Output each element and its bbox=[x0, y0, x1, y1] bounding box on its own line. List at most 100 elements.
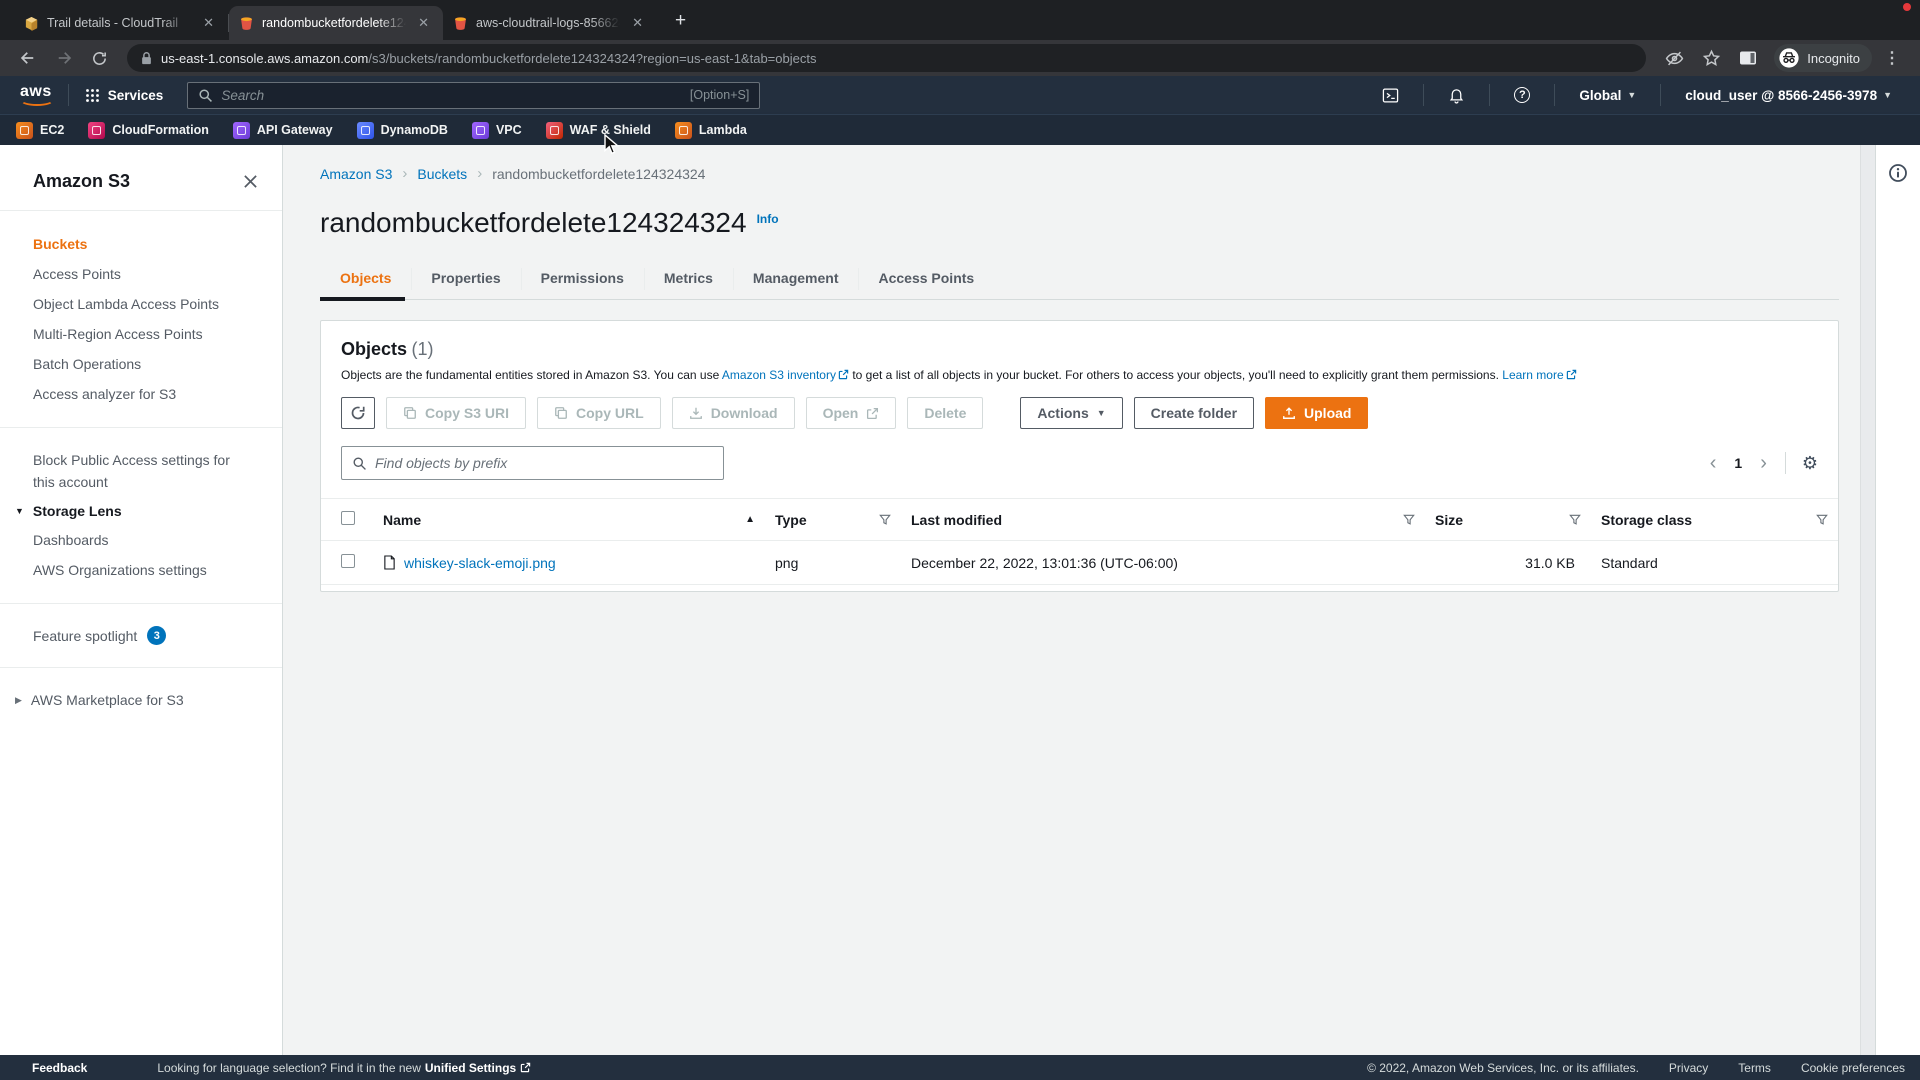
eye-off-icon[interactable] bbox=[1658, 45, 1691, 72]
close-tab-icon[interactable]: ✕ bbox=[414, 13, 433, 33]
sidebar-item-multi-region-access-points[interactable]: Multi-Region Access Points bbox=[0, 319, 282, 349]
filter-icon[interactable] bbox=[879, 514, 891, 526]
help-icon[interactable]: ? bbox=[1502, 87, 1542, 103]
nav-divider bbox=[1660, 84, 1661, 106]
find-objects-input[interactable] bbox=[375, 455, 713, 471]
info-icon[interactable] bbox=[1888, 163, 1908, 183]
aws-search-box[interactable]: [Option+S] bbox=[187, 82, 760, 109]
actions-dropdown-button[interactable]: Actions ▼ bbox=[1020, 397, 1122, 429]
copy-s3-uri-button[interactable]: Copy S3 URI bbox=[386, 397, 526, 429]
copy-url-button[interactable]: Copy URL bbox=[537, 397, 661, 429]
cloudshell-icon[interactable] bbox=[1370, 87, 1411, 104]
sidebar-item-feature-spotlight[interactable]: Feature spotlight 3 bbox=[0, 622, 282, 649]
tab-title: aws-cloudtrail-logs-85662456 bbox=[476, 16, 620, 30]
sidebar-item-aws-organizations-settings[interactable]: AWS Organizations settings bbox=[0, 555, 282, 585]
sidebar-item-buckets[interactable]: Buckets bbox=[0, 229, 282, 259]
previous-page-icon[interactable]: ‹ bbox=[1708, 453, 1719, 473]
browser-tab-cloudtrail[interactable]: Trail details - CloudTrail ✕ bbox=[14, 6, 228, 40]
column-header-last-modified[interactable]: Last modified bbox=[901, 499, 1425, 541]
favorite-waf-shield[interactable]: WAF & Shield bbox=[546, 122, 651, 139]
sidebar-item-dashboards[interactable]: Dashboards bbox=[0, 525, 282, 555]
sidebar-section-marketplace[interactable]: ▶ AWS Marketplace for S3 bbox=[0, 686, 282, 714]
scrollbar[interactable] bbox=[1860, 145, 1875, 1055]
favorite-dynamodb[interactable]: DynamoDB bbox=[357, 122, 448, 139]
favorite-ec2[interactable]: EC2 bbox=[16, 122, 64, 139]
browser-tab-logs[interactable]: aws-cloudtrail-logs-85662456 ✕ bbox=[443, 6, 657, 40]
objects-panel: Objects (1) Objects are the fundamental … bbox=[320, 320, 1839, 592]
back-icon[interactable] bbox=[12, 45, 44, 71]
column-header-storage-class[interactable]: Storage class bbox=[1591, 499, 1838, 541]
reload-icon[interactable] bbox=[84, 46, 115, 71]
services-menu[interactable]: Services bbox=[81, 88, 168, 103]
chevron-down-icon: ▼ bbox=[1097, 408, 1106, 418]
breadcrumb-amazon-s3[interactable]: Amazon S3 bbox=[320, 166, 392, 182]
copy-icon bbox=[554, 406, 568, 420]
sidebar-item-access-analyzer[interactable]: Access analyzer for S3 bbox=[0, 379, 282, 409]
browser-tab-bucket-active[interactable]: randombucketfordelete124324 ✕ bbox=[229, 6, 443, 40]
filter-icon[interactable] bbox=[1569, 514, 1581, 526]
nav-divider bbox=[68, 84, 69, 106]
unified-settings-link[interactable]: Unified Settings bbox=[425, 1061, 516, 1075]
tab-access-points[interactable]: Access Points bbox=[858, 266, 994, 299]
find-objects-search-box[interactable] bbox=[341, 446, 724, 480]
column-header-size[interactable]: Size bbox=[1425, 499, 1591, 541]
learn-more-link[interactable]: Learn more bbox=[1502, 368, 1563, 382]
terms-link[interactable]: Terms bbox=[1738, 1061, 1771, 1075]
bookmark-star-icon[interactable] bbox=[1695, 45, 1728, 72]
favorite-cloudformation[interactable]: CloudFormation bbox=[88, 122, 209, 139]
sidebar-close-icon[interactable] bbox=[243, 174, 258, 189]
notifications-bell-icon[interactable] bbox=[1436, 87, 1477, 104]
row-checkbox[interactable] bbox=[341, 554, 355, 568]
upload-button[interactable]: Upload bbox=[1265, 397, 1368, 429]
address-bar[interactable]: us-east-1.console.aws.amazon.com/s3/buck… bbox=[127, 44, 1646, 72]
tab-properties[interactable]: Properties bbox=[411, 266, 520, 299]
select-all-checkbox[interactable] bbox=[341, 511, 355, 525]
sidebar-section-storage-lens[interactable]: ▼ Storage Lens bbox=[0, 497, 282, 525]
tab-objects[interactable]: Objects bbox=[320, 266, 411, 299]
feedback-link[interactable]: Feedback bbox=[32, 1061, 87, 1075]
column-header-type[interactable]: Type bbox=[765, 499, 901, 541]
sort-ascending-icon: ▲ bbox=[745, 514, 755, 525]
sidebar-item-access-points[interactable]: Access Points bbox=[0, 259, 282, 289]
table-settings-gear-icon[interactable]: ⚙ bbox=[1802, 453, 1818, 474]
cookie-preferences-link[interactable]: Cookie preferences bbox=[1801, 1061, 1905, 1075]
column-header-name[interactable]: Name▲ bbox=[373, 499, 765, 541]
object-last-modified-cell: December 22, 2022, 13:01:36 (UTC-06:00) bbox=[901, 541, 1425, 585]
tab-metrics[interactable]: Metrics bbox=[644, 266, 733, 299]
refresh-button[interactable] bbox=[341, 397, 375, 429]
download-button[interactable]: Download bbox=[672, 397, 795, 429]
chevron-right-icon: › bbox=[402, 165, 407, 182]
filter-icon[interactable] bbox=[1816, 514, 1828, 526]
aws-logo[interactable]: aws bbox=[16, 83, 56, 107]
breadcrumb-buckets[interactable]: Buckets bbox=[417, 166, 467, 182]
favorite-api-gateway[interactable]: API Gateway bbox=[233, 122, 333, 139]
region-selector[interactable]: Global ▼ bbox=[1567, 88, 1648, 103]
new-tab-button[interactable]: + bbox=[669, 10, 692, 32]
aws-search-input[interactable] bbox=[221, 88, 682, 103]
favorite-vpc[interactable]: VPC bbox=[472, 122, 522, 139]
tab-management[interactable]: Management bbox=[733, 266, 859, 299]
info-link[interactable]: Info bbox=[757, 212, 779, 226]
delete-button[interactable]: Delete bbox=[907, 397, 983, 429]
close-tab-icon[interactable]: ✕ bbox=[199, 13, 218, 33]
sidebar-item-batch-operations[interactable]: Batch Operations bbox=[0, 349, 282, 379]
close-tab-icon[interactable]: ✕ bbox=[628, 13, 647, 33]
account-menu[interactable]: cloud_user @ 8566-2456-3978 ▼ bbox=[1673, 88, 1904, 103]
filter-icon[interactable] bbox=[1403, 514, 1415, 526]
side-panel-icon[interactable] bbox=[1732, 45, 1764, 71]
objects-heading: Objects bbox=[341, 339, 407, 359]
browser-menu-icon[interactable]: ⋮ bbox=[1876, 48, 1908, 68]
sidebar-item-block-public-access[interactable]: Block Public Access settings for this ac… bbox=[0, 446, 282, 497]
privacy-link[interactable]: Privacy bbox=[1669, 1061, 1708, 1075]
sidebar-item-object-lambda-access-points[interactable]: Object Lambda Access Points bbox=[0, 289, 282, 319]
search-icon bbox=[352, 456, 367, 471]
tab-permissions[interactable]: Permissions bbox=[521, 266, 644, 299]
open-button[interactable]: Open bbox=[806, 397, 897, 429]
object-name-link[interactable]: whiskey-slack-emoji.png bbox=[404, 555, 556, 571]
favorite-lambda[interactable]: Lambda bbox=[675, 122, 747, 139]
forward-icon[interactable] bbox=[48, 45, 80, 71]
button-label: Delete bbox=[924, 405, 966, 421]
next-page-icon[interactable]: › bbox=[1758, 453, 1769, 473]
create-folder-button[interactable]: Create folder bbox=[1134, 397, 1254, 429]
amazon-s3-inventory-link[interactable]: Amazon S3 inventory bbox=[722, 368, 836, 382]
